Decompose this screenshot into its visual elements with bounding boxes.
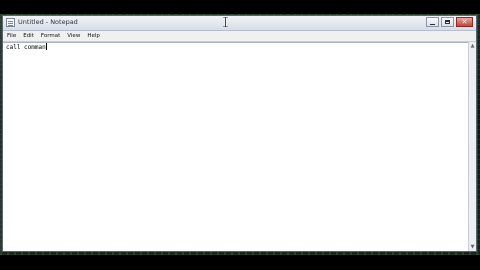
maximize-icon xyxy=(445,20,450,24)
notepad-icon xyxy=(6,18,15,27)
menu-file[interactable]: File xyxy=(4,31,19,41)
vertical-scrollbar[interactable]: ▲ ▼ xyxy=(468,42,476,251)
menu-edit[interactable]: Edit xyxy=(20,31,37,41)
text-cursor-icon xyxy=(223,17,228,27)
close-icon: ✕ xyxy=(461,17,468,26)
scroll-up-arrow-icon[interactable]: ▲ xyxy=(470,43,475,49)
letterbox-bottom xyxy=(0,255,480,270)
minimize-icon xyxy=(430,23,435,25)
menu-format[interactable]: Format xyxy=(38,31,63,41)
editor-text-value: call comman xyxy=(6,44,46,51)
window-title: Untitled - Notepad xyxy=(18,18,78,26)
text-caret xyxy=(45,43,47,50)
title-bar[interactable]: Untitled - Notepad ✕ xyxy=(3,16,476,31)
menu-view[interactable]: View xyxy=(64,31,83,41)
editor-text: call comman xyxy=(6,43,47,52)
window-controls: ✕ xyxy=(424,17,473,27)
scroll-down-arrow-icon[interactable]: ▼ xyxy=(470,244,475,250)
menu-help[interactable]: Help xyxy=(84,31,103,41)
letterbox-top xyxy=(0,0,480,14)
notepad-window: Untitled - Notepad ✕ File Edit Format Vi… xyxy=(2,15,477,252)
minimize-button[interactable] xyxy=(426,17,439,27)
close-button[interactable]: ✕ xyxy=(456,17,473,27)
text-editor[interactable]: call comman xyxy=(3,42,470,251)
menu-bar: File Edit Format View Help xyxy=(3,31,476,42)
maximize-button[interactable] xyxy=(441,17,454,27)
